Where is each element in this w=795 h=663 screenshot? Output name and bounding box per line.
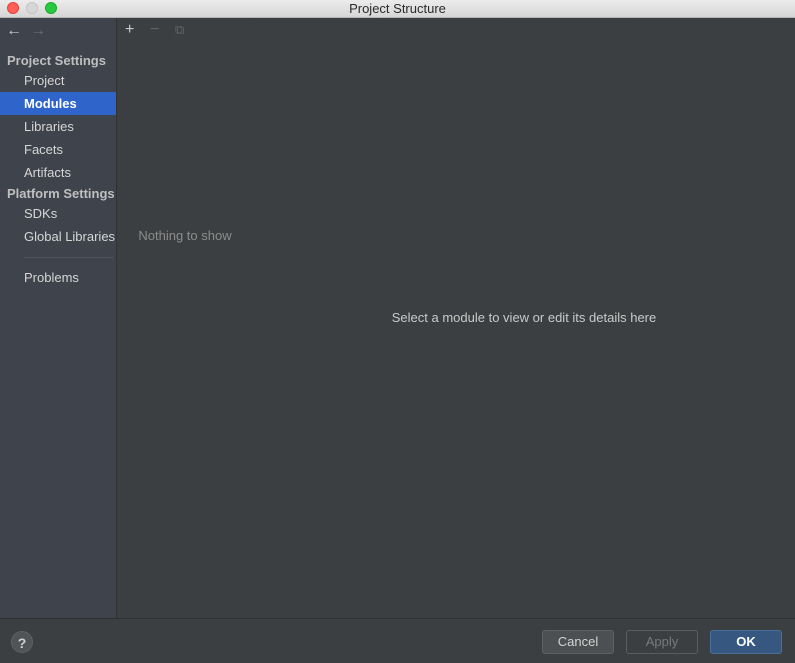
window-title: Project Structure <box>349 1 446 16</box>
forward-arrow-icon[interactable]: → <box>30 22 46 40</box>
details-placeholder-text: Select a module to view or edit its deta… <box>391 310 657 325</box>
platform-settings-heading: Platform Settings <box>7 186 115 201</box>
sidebar-item-project[interactable]: Project <box>0 69 116 92</box>
sidebar-item-label: Libraries <box>24 119 74 134</box>
ok-button[interactable]: OK <box>710 630 782 654</box>
sidebar-item-label: Artifacts <box>24 165 71 180</box>
sidebar-item-problems[interactable]: Problems <box>0 266 116 289</box>
sidebar-item-modules[interactable]: Modules <box>0 92 116 115</box>
cancel-button[interactable]: Cancel <box>542 630 614 654</box>
remove-icon[interactable]: − <box>150 21 159 39</box>
project-settings-heading: Project Settings <box>7 53 106 68</box>
sidebar-item-sdks[interactable]: SDKs <box>0 202 116 225</box>
add-icon[interactable]: + <box>125 21 134 39</box>
copy-icon[interactable]: ⧉ <box>175 21 184 39</box>
modules-list-panel: + − ⧉ Nothing to show <box>116 18 254 618</box>
back-arrow-icon[interactable]: ← <box>6 22 22 40</box>
module-details-panel: Select a module to view or edit its deta… <box>253 18 795 618</box>
sidebar-item-label: SDKs <box>24 206 58 221</box>
sidebar-item-label: Modules <box>24 96 77 111</box>
sidebar-item-label: Project <box>24 73 65 88</box>
sidebar-item-libraries[interactable]: Libraries <box>0 115 116 138</box>
sidebar-item-global-libraries[interactable]: Global Libraries <box>0 225 116 248</box>
sidebar-item-artifacts[interactable]: Artifacts <box>0 161 116 184</box>
dialog-button-bar: ? Cancel Apply OK <box>0 618 795 663</box>
sidebar-item-facets[interactable]: Facets <box>0 138 116 161</box>
sidebar-divider <box>24 257 113 258</box>
help-button[interactable]: ? <box>11 631 33 653</box>
title-bar: Project Structure <box>0 0 795 18</box>
project-structure-window: Project Structure ← → Project Settings P… <box>0 0 795 663</box>
apply-button[interactable]: Apply <box>626 630 698 654</box>
sidebar-item-label: Problems <box>24 270 79 285</box>
sidebar-item-label: Global Libraries <box>24 229 116 244</box>
settings-sidebar: ← → Project Settings Project Modules Lib… <box>0 18 116 618</box>
empty-list-text: Nothing to show <box>138 228 232 243</box>
sidebar-item-label: Facets <box>24 142 64 157</box>
